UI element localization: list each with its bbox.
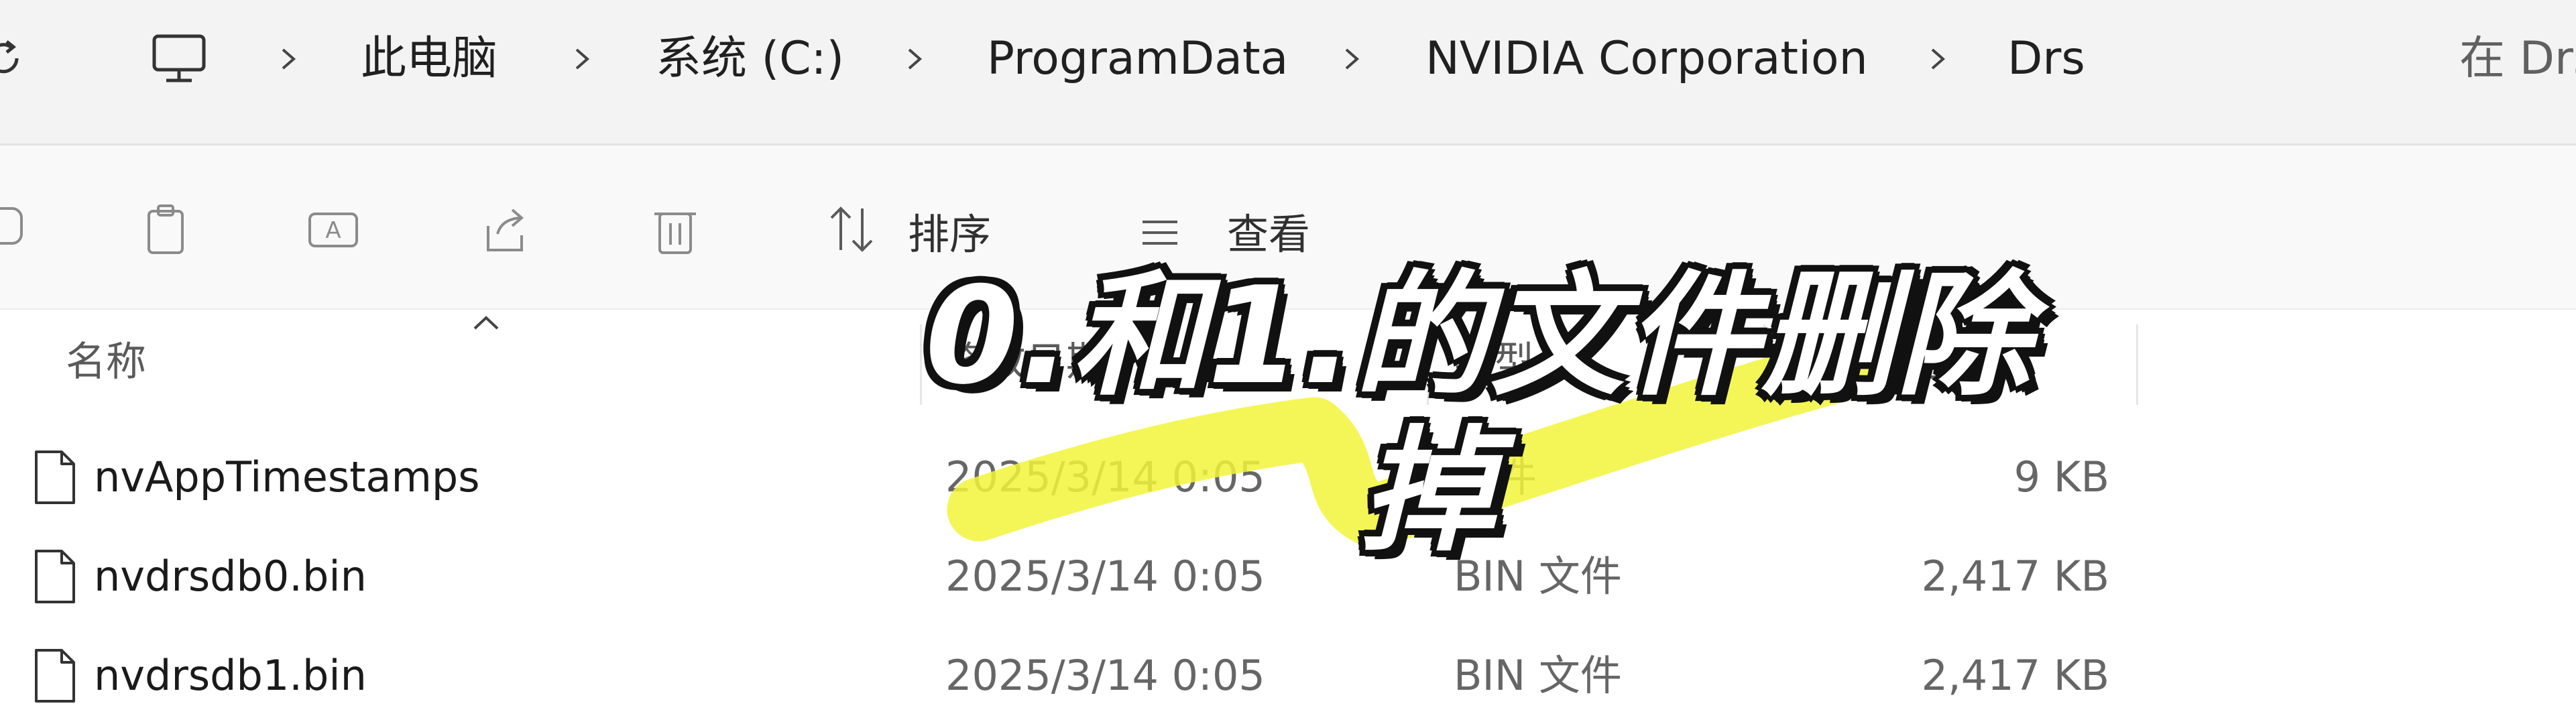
file-icon [35,649,75,703]
refresh-icon[interactable] [0,35,27,82]
chevron-right-icon[interactable] [569,32,595,86]
file-date: 2025/3/14 0:05 [945,452,1265,501]
file-name[interactable]: nvAppTimestamps [94,449,480,505]
this-pc-icon[interactable] [150,32,208,86]
column-divider[interactable] [920,324,922,405]
copy-icon[interactable] [137,199,197,259]
chevron-right-icon[interactable] [1924,32,1951,86]
file-type: BIN 文件 [1454,651,1622,700]
file-row[interactable]: nvdrsdb1.bin 2025/3/14 0:05 BIN 文件 2,417… [0,627,2576,721]
file-row[interactable]: nvdrsdb0.bin 2025/3/14 0:05 BIN 文件 2,417… [0,528,2576,622]
file-icon [35,450,75,504]
file-date: 2025/3/14 0:05 [945,651,1265,700]
breadcrumb-drs[interactable]: Drs [2007,32,2085,86]
column-name[interactable]: 名称 [66,335,146,389]
file-size: 2,417 KB [1921,651,2109,700]
file-name[interactable]: nvdrsdb0.bin [94,548,367,605]
chevron-right-icon[interactable] [275,32,302,86]
share-icon[interactable] [475,199,535,259]
svg-text:A: A [325,217,341,244]
file-icon [35,550,75,603]
file-size: 2,417 KB [1921,552,2109,601]
breadcrumb-nvidia-corporation[interactable]: NVIDIA Corporation [1425,32,1868,86]
sort-ascending-icon [473,316,499,330]
rename-icon[interactable]: A [303,199,363,259]
breadcrumb-programdata[interactable]: ProgramData [987,32,1288,86]
breadcrumb-this-pc[interactable]: 此电脑 [361,32,497,86]
explorer-window: 此电脑 系统 (C:) ProgramData NVIDIA Corporati… [0,0,2576,724]
chevron-right-icon[interactable] [1338,32,1365,86]
breadcrumb-system-drive[interactable]: 系统 (C:) [656,32,844,86]
new-item-icon[interactable] [0,199,40,259]
column-divider[interactable] [2136,324,2138,405]
sort-icon[interactable] [822,199,882,259]
file-name[interactable]: nvdrsdb1.bin [94,648,367,704]
address-bar: 此电脑 系统 (C:) ProgramData NVIDIA Corporati… [0,0,2576,145]
file-row[interactable]: nvAppTimestamps 2025/3/14 0:05 文件 9 KB [0,429,2576,523]
caption-line-2: 掉 [1361,414,1497,570]
file-date: 2025/3/14 0:05 [945,552,1265,601]
chevron-right-icon[interactable] [901,32,928,86]
search-input[interactable]: 在 Drs [2459,32,2576,86]
delete-icon[interactable] [645,199,705,259]
file-size: 9 KB [2013,452,2109,501]
